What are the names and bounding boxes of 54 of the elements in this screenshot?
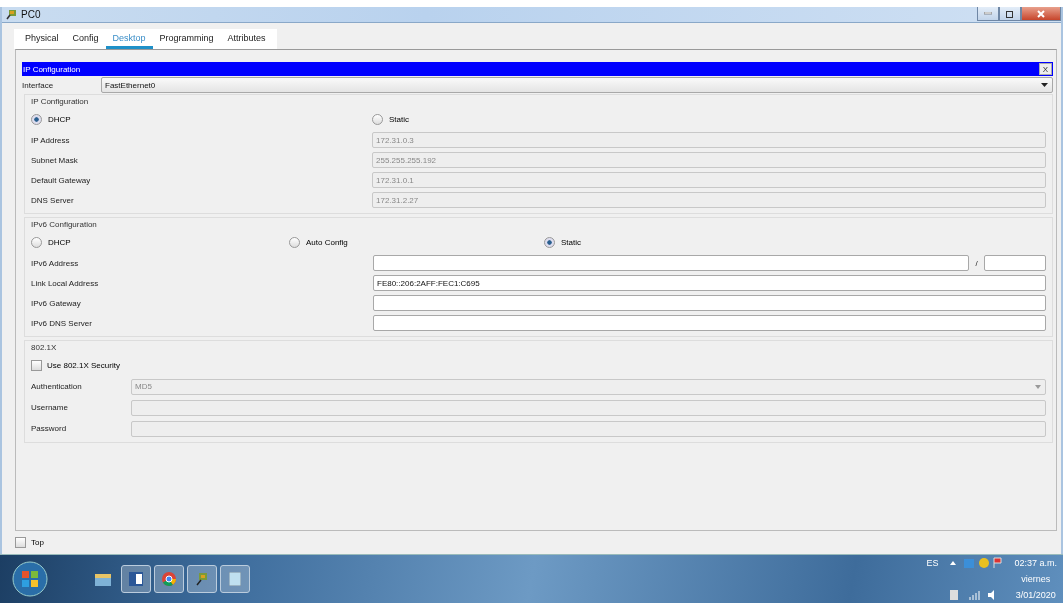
panel-title: IP Configuration (23, 64, 81, 74)
notepad-icon[interactable] (220, 565, 250, 593)
checkbox[interactable]: Use 802.1X Security (31, 359, 120, 371)
field-label: IPv6 Address (31, 258, 80, 268)
language-indicator[interactable]: ES (926, 558, 939, 568)
radio-option[interactable]: DHCP (31, 236, 71, 248)
text-field[interactable] (373, 255, 969, 272)
field-label: Authentication (31, 382, 83, 392)
group-title: IPv6 Configuration (30, 220, 98, 230)
checkbox[interactable]: Top (15, 537, 44, 549)
window-title: PC0 (21, 9, 42, 21)
tray-icons-drawing[interactable] (948, 557, 1005, 569)
field-label: Password (31, 424, 68, 434)
close-button[interactable] (1021, 7, 1061, 21)
clock-time: 02:37 a.m. (1014, 558, 1057, 568)
clock-date: 3/01/2020 (1014, 590, 1057, 600)
radio-option[interactable]: Auto Config (289, 236, 348, 248)
prefix-field[interactable] (984, 255, 1046, 272)
text-field[interactable]: FE80::206:2AFF:FEC1:C695 (373, 275, 1046, 292)
text-field[interactable] (373, 295, 1046, 312)
tab[interactable]: Desktop (105, 29, 153, 50)
text-field[interactable] (373, 315, 1046, 332)
tab[interactable]: Attributes (220, 29, 273, 50)
prefix-separator: / (974, 258, 979, 268)
group-title: IP Configuration (30, 97, 90, 107)
network-app-icon[interactable] (187, 565, 217, 593)
minimize-icon (984, 12, 992, 15)
dropdown-arrow-icon (1035, 384, 1041, 389)
clock-day: viernes (1014, 574, 1057, 584)
field-label: Default Gateway (31, 175, 92, 185)
maximize-button[interactable] (999, 7, 1021, 21)
close-button[interactable]: X (1039, 63, 1052, 76)
field-label: Link Local Address (31, 278, 100, 288)
tab[interactable]: Programming (152, 29, 221, 50)
start-orb-icon[interactable] (12, 561, 48, 597)
group-title: 802.1X (30, 343, 58, 353)
radio-option[interactable]: Static (544, 236, 581, 248)
maximize-icon (1006, 9, 1014, 18)
radio-option[interactable]: Static (372, 113, 409, 125)
interface-dropdown[interactable]: FastEthernet0 (101, 77, 1053, 94)
field-label: IPv6 Gateway (31, 298, 82, 308)
field-label: Subnet Mask (31, 155, 79, 165)
field-label: Username (31, 403, 69, 413)
field-label: IP Address (31, 135, 71, 145)
document-app-icon[interactable] (121, 565, 151, 593)
dropdown-arrow-icon (1041, 83, 1048, 88)
field-label: IPv6 DNS Server (31, 318, 93, 328)
tab[interactable]: Physical (18, 29, 66, 50)
app-icon (6, 9, 17, 21)
close-icon (1037, 9, 1045, 18)
radio-option[interactable]: DHCP (31, 113, 71, 125)
field-label: DNS Server (31, 195, 75, 205)
tab[interactable]: Config (65, 29, 106, 50)
field-label: Interface (22, 80, 55, 90)
